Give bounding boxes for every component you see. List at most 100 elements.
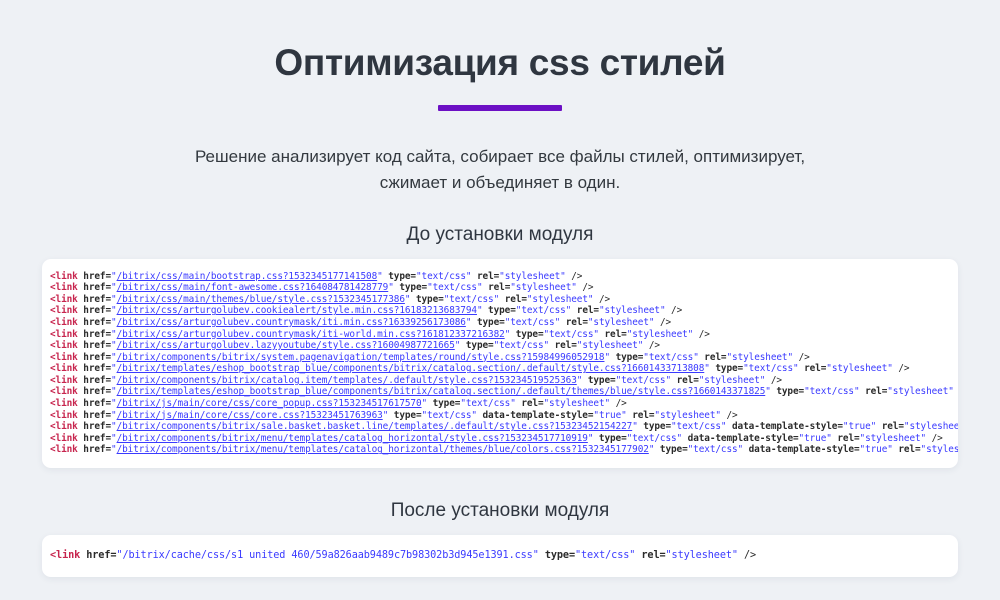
stylesheet-link[interactable]: /bitrix/css/arturgolubev.cookiealert/sty… xyxy=(117,305,477,316)
code-token-attr-rel: rel= xyxy=(504,293,527,305)
code-token-tag-close: /> xyxy=(770,374,782,386)
code-token-rel-value: "stylesheet" xyxy=(510,282,577,294)
code-token-rel-value: "stylesheet" xyxy=(526,293,594,305)
code-token-attr-href: href= xyxy=(83,293,112,305)
code-token-type-value: "text/css" xyxy=(421,409,478,421)
code-token-href-value: /bitrix/cache/css/s1 united 460/59a826aa… xyxy=(122,550,533,562)
code-token-type-value: "text/css" xyxy=(504,316,561,328)
code-token-attr-rel: rel= xyxy=(554,340,577,352)
code-token-quote: " xyxy=(632,421,638,433)
code-token-attr-data-template-style: data-template-style= xyxy=(687,432,799,444)
code-line: <link href= "/bitrix/components/bitrix/me… xyxy=(50,433,958,445)
intro-paragraph: Решение анализирует код сайта, собирает … xyxy=(0,111,1000,196)
code-token-rel-value: "stylesheet" xyxy=(576,340,644,352)
stylesheet-link[interactable]: /bitrix/components/bitrix/catalog.item/t… xyxy=(117,375,577,386)
code-token-attr-rel: rel= xyxy=(676,374,699,386)
code-token-attr-type: type= xyxy=(776,386,805,398)
code-token-rel-value: "stylesheet" xyxy=(626,328,694,340)
code-token-attr-href: href= xyxy=(83,444,112,456)
code-token-attr-href: href= xyxy=(83,374,112,386)
code-token-tag: <link xyxy=(50,550,81,562)
code-token-tag: <link xyxy=(50,444,78,456)
code-token-attr-type: type= xyxy=(659,444,688,456)
stylesheet-link[interactable]: /bitrix/css/arturgolubev.countrymask/iti… xyxy=(117,317,466,328)
code-token-quote: " xyxy=(465,316,472,328)
code-token-attr-rel: rel= xyxy=(641,550,666,562)
stylesheet-link[interactable]: /bitrix/css/main/bootstrap.css?153234517… xyxy=(117,271,378,282)
code-token-attr-type: type= xyxy=(643,421,672,433)
code-token-attr-type: type= xyxy=(488,305,516,317)
code-token-tag-close: /> xyxy=(743,550,757,562)
code-token-attr-rel: rel= xyxy=(804,363,827,375)
stylesheet-link[interactable]: /bitrix/templates/eshop_bootstrap_blue/c… xyxy=(117,363,705,374)
stylesheet-link[interactable]: /bitrix/css/main/themes/blue/style.css?1… xyxy=(117,294,405,305)
code-panel-before: <link href= " /bitrix/css/main/bootstrap.c… xyxy=(42,258,958,469)
page-title: Оптимизация css стилей xyxy=(274,42,726,83)
code-token-attr-href: href= xyxy=(83,421,112,433)
code-token-tag: <link xyxy=(50,316,78,328)
code-token-quote: " xyxy=(704,363,710,375)
code-token-quote: " xyxy=(476,305,483,317)
code-line: <link href= "/bitrix/css/arturgolubev.cou… xyxy=(50,317,958,329)
code-token-data-template-style-value: "true" xyxy=(593,409,627,421)
code-token-data-template-style-value: "true" xyxy=(859,444,893,456)
code-token-attr-href: href= xyxy=(83,398,112,410)
stylesheet-link[interactable]: /bitrix/components/bitrix/menu/templates… xyxy=(117,444,649,455)
code-token-rel-value: "stylesheet" xyxy=(920,444,958,456)
code-token-attr-type: type= xyxy=(388,270,416,282)
code-token-type-value: "text/css" xyxy=(743,363,799,375)
code-token-attr-href: href= xyxy=(83,328,112,340)
code-token-attr-href: href= xyxy=(83,386,112,398)
code-token-data-template-style-value: "true" xyxy=(798,432,832,444)
code-token-tag: <link xyxy=(50,409,78,421)
stylesheet-link[interactable]: /bitrix/components/bitrix/sale.basket.ba… xyxy=(117,421,633,432)
code-token-quote: " xyxy=(648,444,655,456)
code-token-rel-value: "stylesheet" xyxy=(499,270,566,282)
stylesheet-link[interactable]: /bitrix/templates/eshop_bootstrap_blue/c… xyxy=(117,386,766,397)
code-token-tag-close: /> xyxy=(598,293,611,305)
code-token-attr-rel: rel= xyxy=(881,421,904,433)
code-line: <link href= "/bitrix/components/bitrix/sa… xyxy=(50,421,958,433)
code-token-tag-close: /> xyxy=(898,363,910,375)
section-heading-after: После установки модуля xyxy=(390,500,610,522)
code-token-type-value: "text/css" xyxy=(671,421,727,433)
code-token-quote: " xyxy=(765,386,771,398)
code-token-quote: " xyxy=(388,282,394,294)
code-token-attr-type: type= xyxy=(399,282,428,294)
code-token-tag: <link xyxy=(50,421,78,433)
intro-line-1: Решение анализирует код сайта, собирает … xyxy=(194,146,806,166)
stylesheet-link[interactable]: /bitrix/css/main/font-awesome.css?164084… xyxy=(117,282,389,293)
stylesheet-link[interactable]: /bitrix/css/arturgolubev.countrymask/iti… xyxy=(117,329,505,340)
code-token-attr-type: type= xyxy=(544,550,575,562)
code-token-tag-close: /> xyxy=(931,432,943,444)
code-token-rel-value: "stylesheet" xyxy=(665,550,739,562)
code-token-type-value: "text/css" xyxy=(515,305,572,317)
code-token-tag-close: /> xyxy=(648,340,660,352)
code-token-attr-rel: rel= xyxy=(632,409,655,421)
code-line: <link href= "/bitrix/cache/css/s1 united … xyxy=(50,549,958,563)
code-token-type-value: "text/css" xyxy=(615,374,672,386)
stylesheet-link[interactable]: /bitrix/css/arturgolubev.lazyyoutube/sty… xyxy=(117,340,455,351)
code-token-quote: " xyxy=(454,340,461,352)
code-token-attr-rel: rel= xyxy=(865,386,888,398)
code-token-attr-data-template-style: data-template-style= xyxy=(748,444,860,456)
code-line: <link href= "/bitrix/templates/eshop_boot… xyxy=(50,386,958,398)
code-token-attr-href: href= xyxy=(83,409,112,421)
stylesheet-link[interactable]: /bitrix/js/main/core/css/core_popup.css?… xyxy=(117,398,422,409)
code-line: <link href= "/bitrix/css/main/bootstrap.c… xyxy=(50,271,958,283)
intro-line-2: сжимает и объединяет в один. xyxy=(379,172,621,192)
code-token-attr-href: href= xyxy=(83,432,112,444)
code-line: <link href= "/bitrix/templates/eshop_boot… xyxy=(50,363,958,375)
code-token-tag-close: /> xyxy=(582,282,594,294)
code-token-quote: " xyxy=(604,351,611,363)
code-token-attr-type: type= xyxy=(587,374,616,386)
stylesheet-link[interactable]: /bitrix/js/main/core/css/core.css?153234… xyxy=(117,410,383,421)
stylesheet-link[interactable]: /bitrix/components/bitrix/menu/templates… xyxy=(117,433,588,444)
code-token-attr-rel: rel= xyxy=(837,432,860,444)
code-token-attr-type: type= xyxy=(515,328,544,340)
code-token-tag: <link xyxy=(50,305,78,317)
stylesheet-link[interactable]: /bitrix/components/bitrix/system.pagenav… xyxy=(117,352,605,363)
code-token-type-value: "text/css" xyxy=(415,270,472,282)
code-line: <link href= "/bitrix/components/bitrix/sy… xyxy=(50,352,958,364)
code-token-attr-rel: rel= xyxy=(898,444,921,456)
